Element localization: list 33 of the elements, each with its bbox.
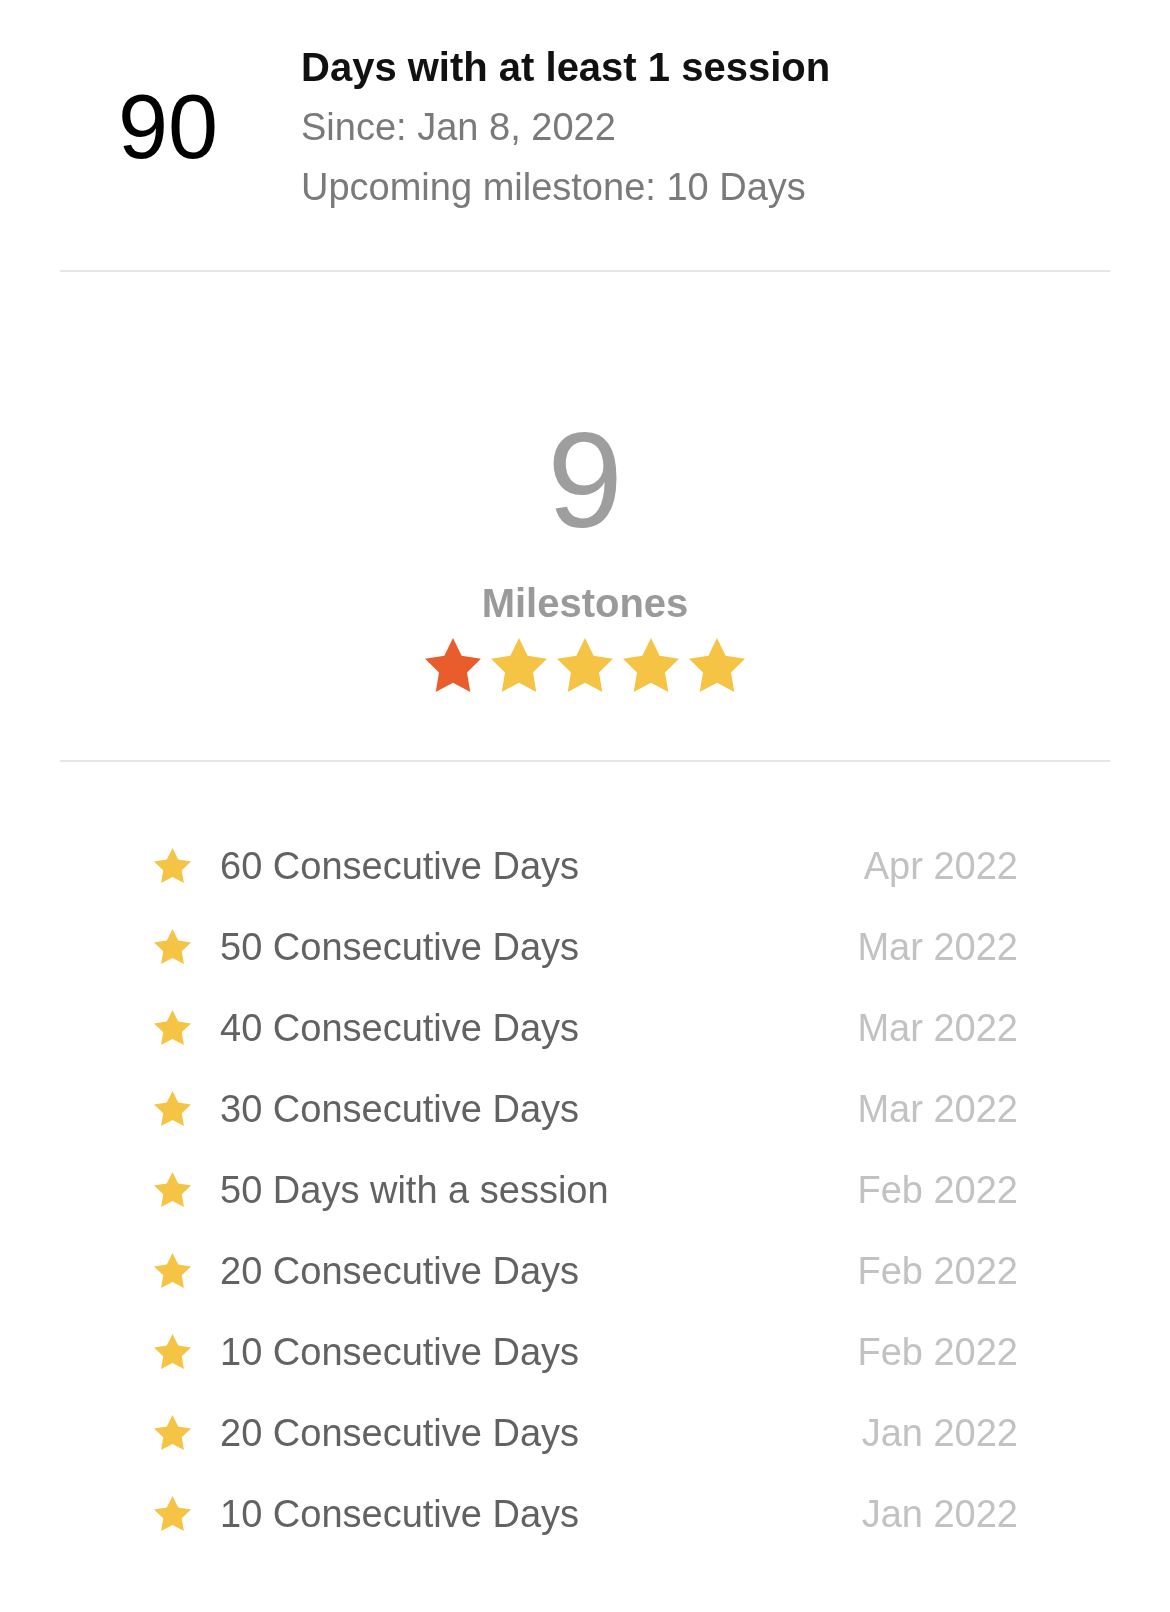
milestone-date: Jan 2022	[861, 1491, 1018, 1537]
milestone-name: 20 Consecutive Days	[220, 1410, 580, 1456]
star-icon	[154, 1010, 191, 1045]
milestone-date: Mar 2022	[857, 1005, 1018, 1051]
milestone-name: 40 Consecutive Days	[220, 1005, 580, 1051]
milestone-date: Feb 2022	[857, 1167, 1018, 1213]
milestone-name: 30 Consecutive Days	[220, 1086, 580, 1132]
milestone-date: Feb 2022	[857, 1248, 1018, 1294]
star-icon	[154, 1172, 191, 1207]
milestone-name: 10 Consecutive Days	[220, 1329, 580, 1375]
milestones-count: 9	[547, 412, 623, 548]
milestone-date: Apr 2022	[863, 843, 1018, 889]
star-icon	[154, 848, 191, 883]
upcoming-milestone: Upcoming milestone: 10 Days	[301, 165, 807, 210]
star-icon	[154, 1334, 191, 1369]
milestone-date: Feb 2022	[857, 1329, 1018, 1375]
milestone-name: 50 Consecutive Days	[220, 924, 580, 970]
milestones-label: Milestones	[481, 580, 689, 627]
milestone-name: 20 Consecutive Days	[220, 1248, 580, 1294]
session-days-count: 90	[118, 77, 219, 177]
star-icon	[154, 1496, 191, 1531]
milestone-date: Jan 2022	[861, 1410, 1018, 1456]
milestone-date: Mar 2022	[857, 924, 1018, 970]
milestone-name: 50 Days with a session	[220, 1167, 609, 1213]
star-icon	[154, 1091, 191, 1126]
since-date: Since: Jan 8, 2022	[301, 105, 617, 150]
milestone-name: 10 Consecutive Days	[220, 1491, 580, 1537]
summary-title: Days with at least 1 session	[301, 44, 831, 91]
star-icon	[154, 929, 191, 964]
milestone-name: 60 Consecutive Days	[220, 843, 580, 889]
star-icon	[154, 1415, 191, 1450]
milestone-date: Mar 2022	[857, 1086, 1018, 1132]
star-icon	[154, 1253, 191, 1288]
